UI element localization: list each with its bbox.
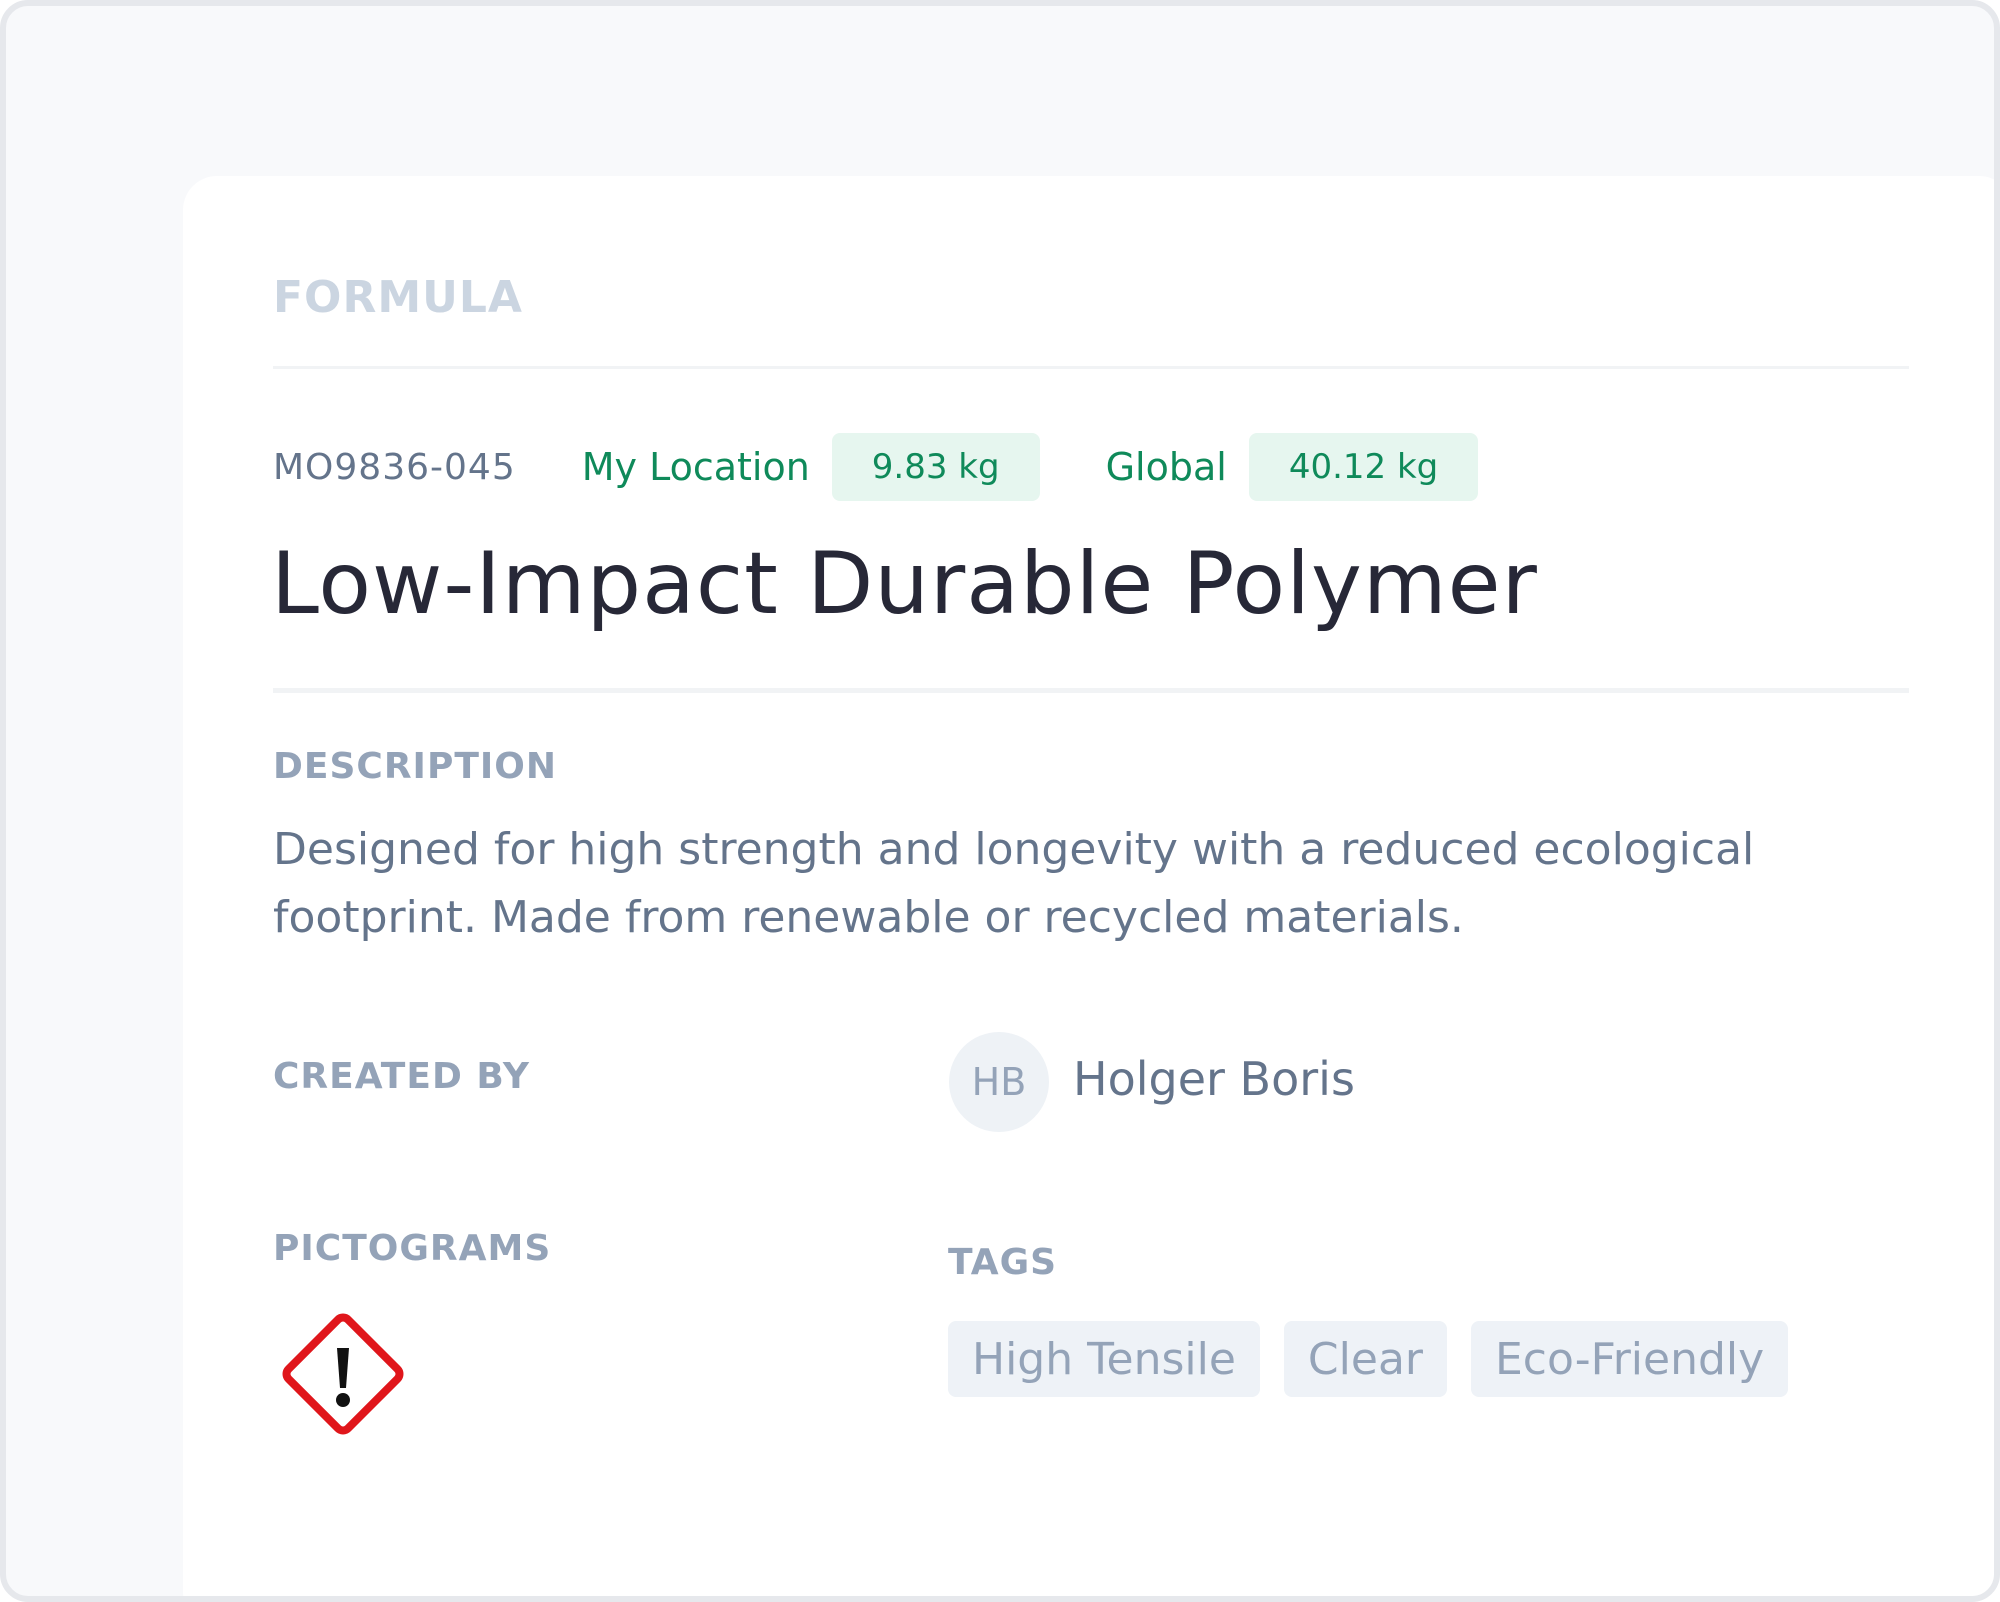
created-by-label: CREATED BY bbox=[273, 1056, 530, 1097]
pictograms-label: PICTOGRAMS bbox=[273, 1228, 552, 1269]
avatar[interactable]: HB bbox=[949, 1032, 1049, 1132]
formula-meta-row: MO9836-045 My Location 9.83 kg Global 40… bbox=[273, 432, 1479, 502]
tag-clear[interactable]: Clear bbox=[1283, 1321, 1447, 1397]
creator-name[interactable]: Holger Boris bbox=[1073, 1052, 1355, 1106]
top-divider bbox=[273, 366, 1909, 369]
my-location-label: My Location bbox=[581, 445, 810, 489]
global-label: Global bbox=[1105, 445, 1227, 489]
formula-title: Low-Impact Durable Polymer bbox=[271, 534, 1538, 634]
exclamation-hazard-icon bbox=[273, 1304, 413, 1444]
description-text: Designed for high strength and longevity… bbox=[273, 824, 1755, 943]
avatar-initials: HB bbox=[971, 1060, 1027, 1104]
formula-section-label: FORMULA bbox=[273, 272, 523, 323]
tag-high-tensile[interactable]: High Tensile bbox=[948, 1321, 1260, 1397]
title-divider bbox=[273, 688, 1909, 693]
tags-list: High Tensile Clear Eco-Friendly bbox=[948, 1321, 1812, 1397]
global-value-badge: 40.12 kg bbox=[1248, 433, 1479, 501]
my-location-value-badge: 9.83 kg bbox=[831, 433, 1040, 501]
tag-eco-friendly[interactable]: Eco-Friendly bbox=[1471, 1321, 1789, 1397]
formula-code: MO9836-045 bbox=[273, 446, 516, 488]
formula-card: FORMULA MO9836-045 My Location 9.83 kg G… bbox=[183, 176, 1994, 1596]
tags-label: TAGS bbox=[948, 1242, 1058, 1283]
description-label: DESCRIPTION bbox=[273, 746, 558, 787]
window-frame: FORMULA MO9836-045 My Location 9.83 kg G… bbox=[0, 0, 2000, 1602]
